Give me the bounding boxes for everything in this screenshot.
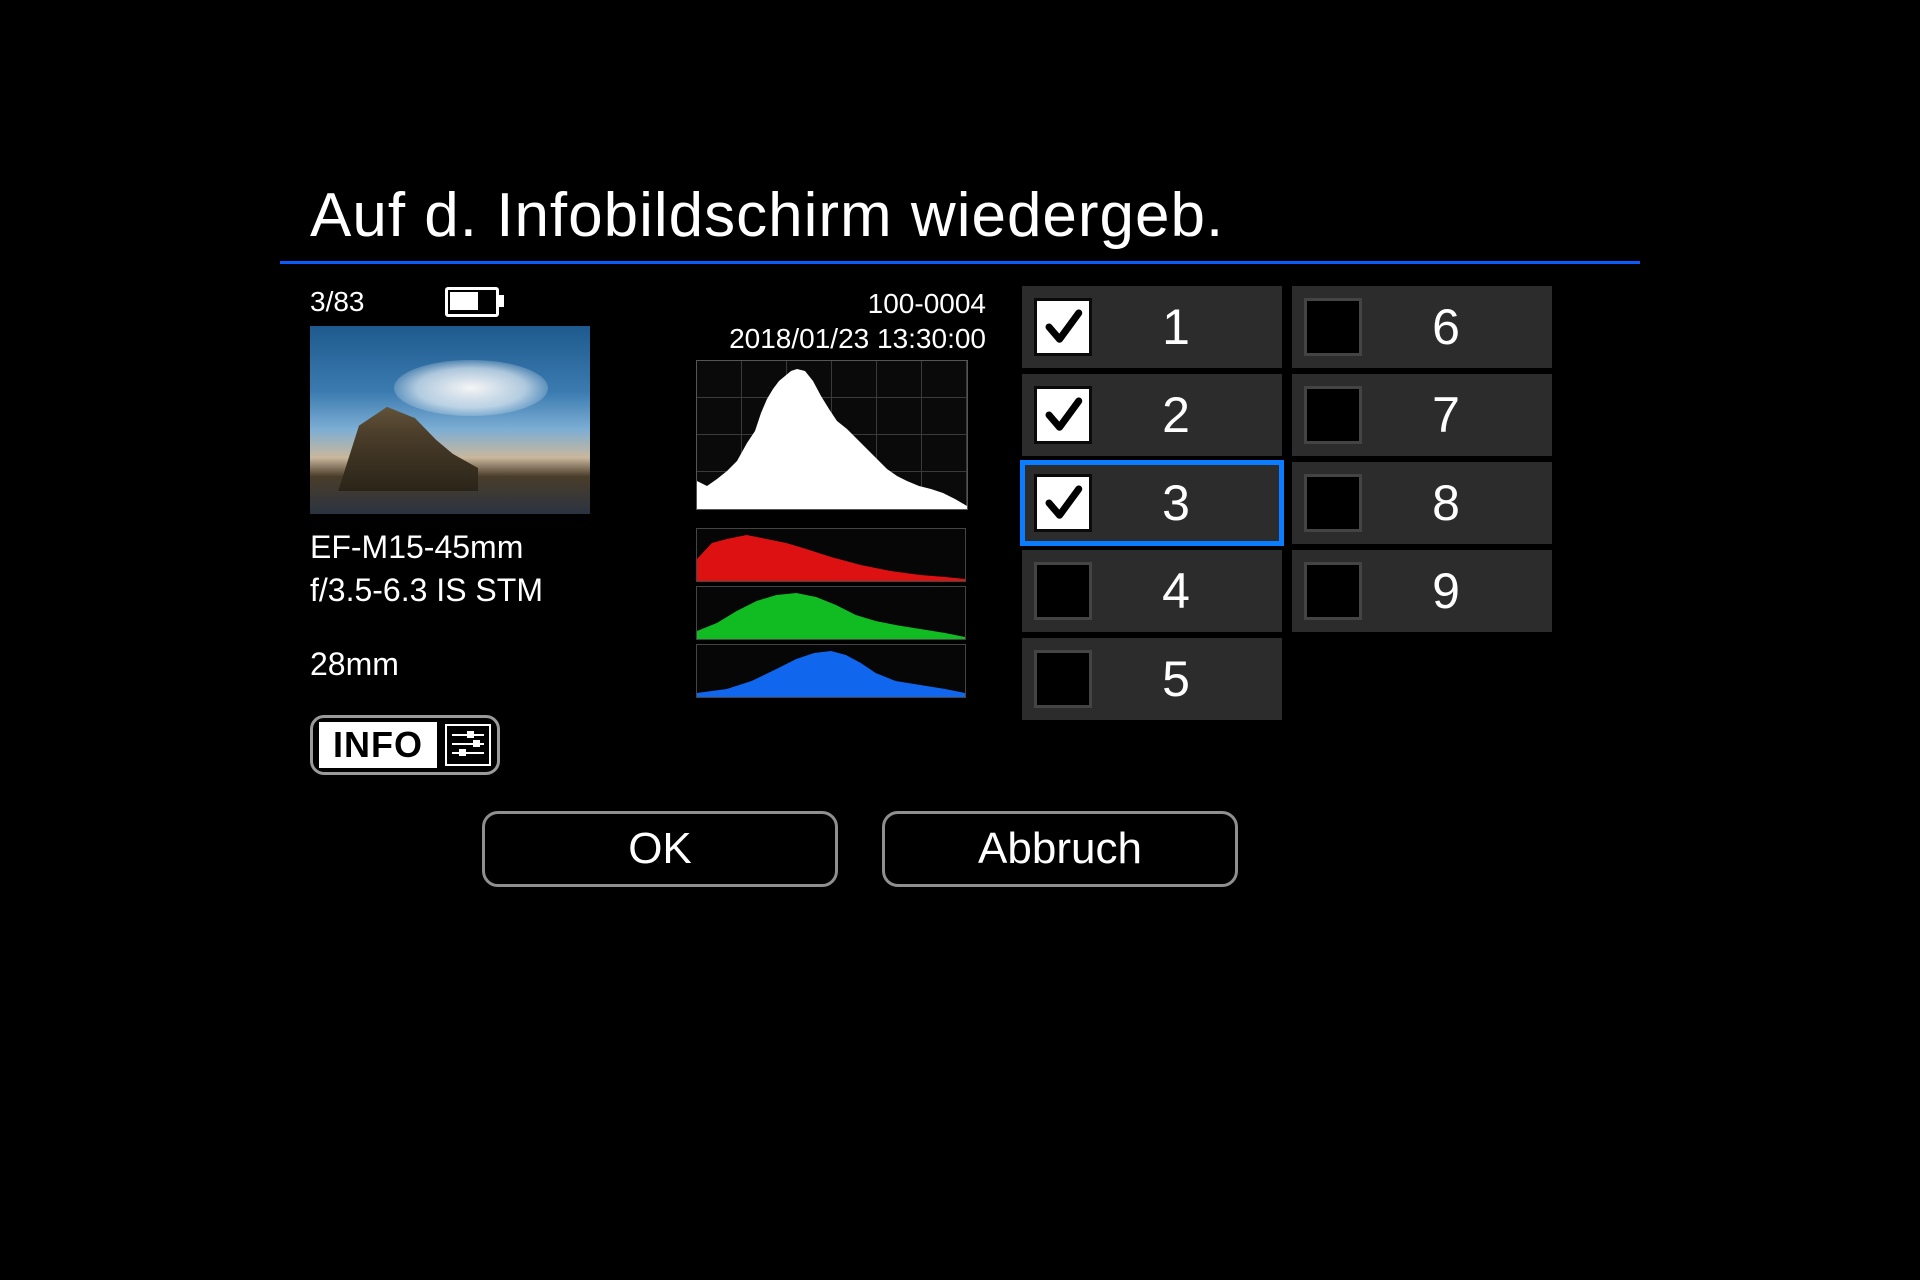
option-4[interactable]: 4 bbox=[1022, 550, 1282, 632]
checkbox-icon bbox=[1034, 562, 1092, 620]
checkbox-icon bbox=[1304, 474, 1362, 532]
info-screen-options: 1 2 3 4 5 6 7 8 9 bbox=[1022, 286, 1582, 775]
battery-icon bbox=[445, 287, 499, 317]
lens-name-line1: EF-M15-45mm bbox=[310, 526, 670, 569]
status-row: 3/83 bbox=[310, 286, 670, 318]
file-number: 100-0004 bbox=[696, 286, 986, 321]
option-2[interactable]: 2 bbox=[1022, 374, 1282, 456]
option-7[interactable]: 7 bbox=[1292, 374, 1552, 456]
option-label: 2 bbox=[1110, 386, 1270, 444]
green-histogram bbox=[696, 586, 966, 640]
info-button[interactable]: INFO bbox=[310, 715, 500, 775]
option-label: 8 bbox=[1380, 474, 1540, 532]
option-6[interactable]: 6 bbox=[1292, 286, 1552, 368]
red-histogram bbox=[696, 528, 966, 582]
checkbox-icon bbox=[1304, 386, 1362, 444]
option-label: 3 bbox=[1110, 474, 1270, 532]
option-label: 7 bbox=[1380, 386, 1540, 444]
footer-buttons: OK Abbruch bbox=[280, 811, 1640, 887]
option-label: 6 bbox=[1380, 298, 1540, 356]
option-label: 4 bbox=[1110, 562, 1270, 620]
checkbox-icon bbox=[1034, 474, 1092, 532]
option-5[interactable]: 5 bbox=[1022, 638, 1282, 720]
checkbox-icon bbox=[1034, 386, 1092, 444]
lens-info: EF-M15-45mm f/3.5-6.3 IS STM bbox=[310, 526, 670, 612]
title-underline bbox=[280, 261, 1640, 264]
checkbox-icon bbox=[1034, 298, 1092, 356]
luminance-histogram bbox=[696, 360, 968, 510]
option-3[interactable]: 3 bbox=[1022, 462, 1282, 544]
option-label: 1 bbox=[1110, 298, 1270, 356]
lens-name-line2: f/3.5-6.3 IS STM bbox=[310, 569, 670, 612]
histogram-column: 100-0004 2018/01/23 13:30:00 bbox=[676, 286, 1016, 775]
blue-histogram bbox=[696, 644, 966, 698]
sliders-icon bbox=[445, 724, 491, 766]
file-metadata: 100-0004 2018/01/23 13:30:00 bbox=[696, 286, 1016, 356]
page-title: Auf d. Infobildschirm wiedergeb. bbox=[310, 180, 1640, 251]
camera-menu-screen: Auf d. Infobildschirm wiedergeb. 3/83 EF… bbox=[280, 180, 1640, 1100]
content-area: 3/83 EF-M15-45mm f/3.5-6.3 IS STM 28mm I… bbox=[280, 286, 1640, 775]
checkbox-icon bbox=[1304, 562, 1362, 620]
info-label: INFO bbox=[319, 722, 437, 768]
cancel-button[interactable]: Abbruch bbox=[882, 811, 1238, 887]
ok-button[interactable]: OK bbox=[482, 811, 838, 887]
option-9[interactable]: 9 bbox=[1292, 550, 1552, 632]
option-8[interactable]: 8 bbox=[1292, 462, 1552, 544]
file-datetime: 2018/01/23 13:30:00 bbox=[696, 321, 986, 356]
rgb-histograms bbox=[696, 528, 966, 698]
photo-thumbnail bbox=[310, 326, 590, 514]
option-label: 9 bbox=[1380, 562, 1540, 620]
option-label: 5 bbox=[1110, 650, 1270, 708]
option-1[interactable]: 1 bbox=[1022, 286, 1282, 368]
preview-column: 3/83 EF-M15-45mm f/3.5-6.3 IS STM 28mm I… bbox=[310, 286, 670, 775]
checkbox-icon bbox=[1034, 650, 1092, 708]
checkbox-icon bbox=[1304, 298, 1362, 356]
image-counter: 3/83 bbox=[310, 286, 365, 318]
focal-length: 28mm bbox=[310, 646, 670, 683]
